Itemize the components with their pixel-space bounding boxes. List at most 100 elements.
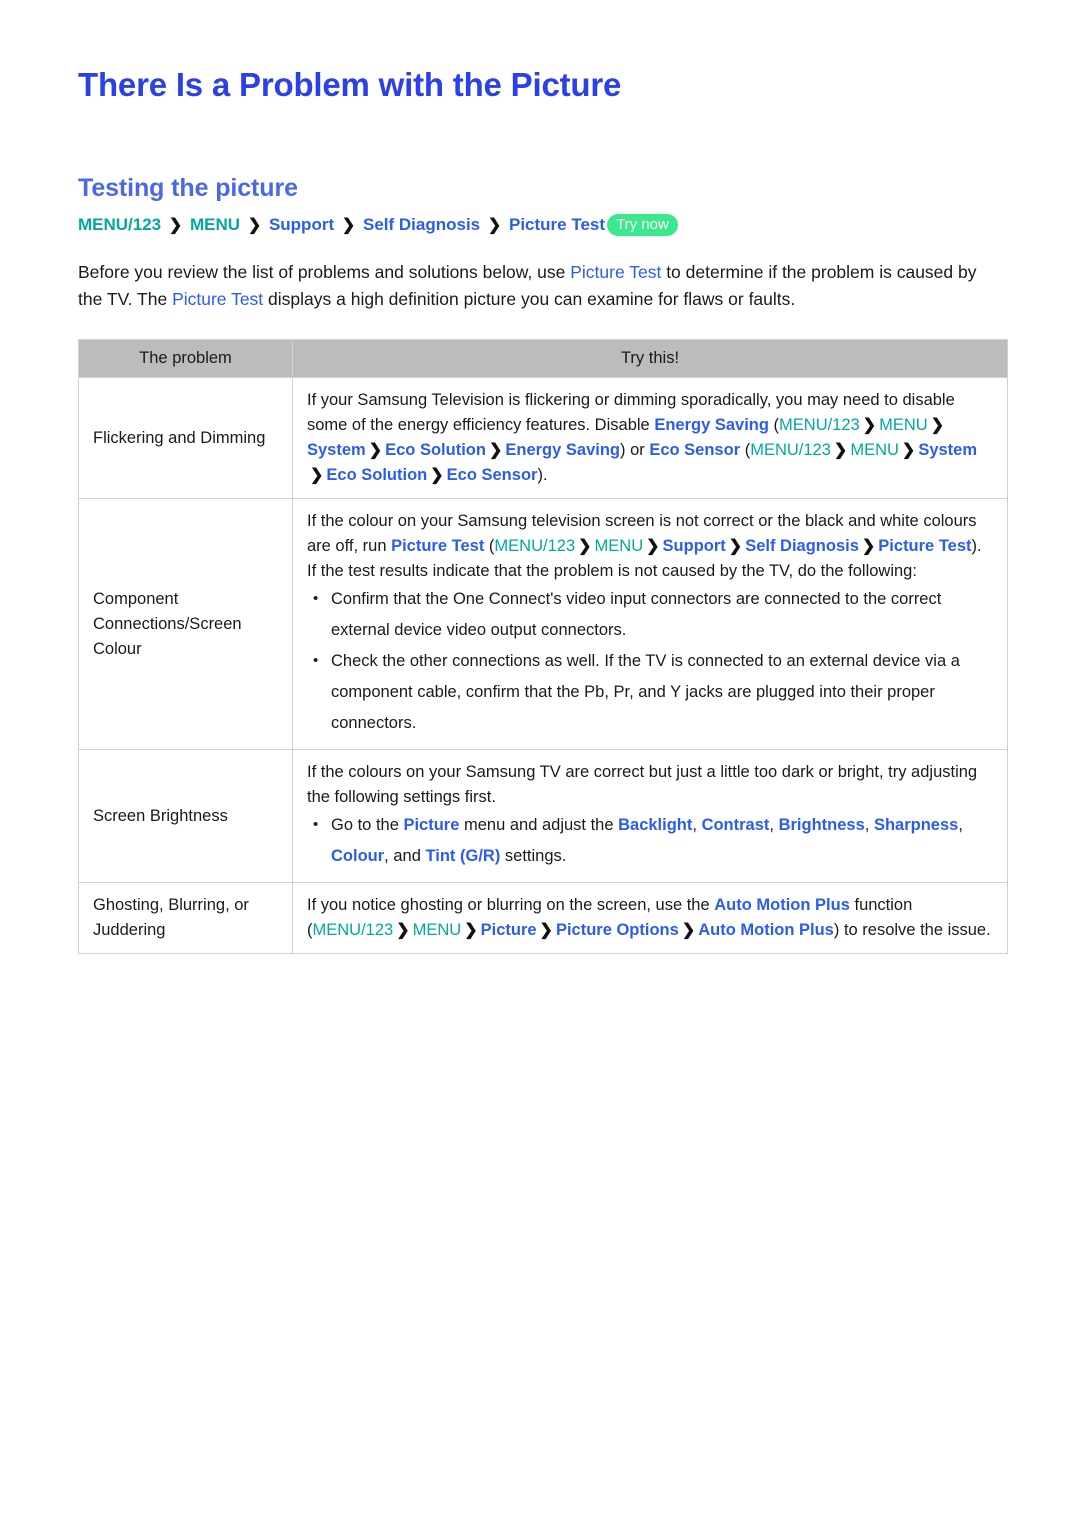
column-header-problem: The problem	[78, 339, 293, 378]
chevron-right-icon: ❯	[464, 922, 478, 939]
link-auto-motion-plus[interactable]: Auto Motion Plus	[714, 896, 850, 914]
chevron-right-icon: ❯	[168, 217, 183, 234]
path-item-system[interactable]: System	[307, 441, 366, 459]
path-item-picture[interactable]: Picture	[481, 921, 537, 939]
table-row: Ghosting, Blurring, or Juddering If you …	[78, 882, 1008, 954]
path-item-auto-motion-plus[interactable]: Auto Motion Plus	[698, 921, 834, 939]
path-item-energy-saving[interactable]: Energy Saving	[505, 441, 620, 459]
path-item-menu123[interactable]: MENU/123	[494, 537, 575, 555]
solution-paragraph: If your Samsung Television is flickering…	[307, 388, 993, 488]
path-item-eco-solution[interactable]: Eco Solution	[385, 441, 486, 459]
path-item-eco-solution[interactable]: Eco Solution	[326, 466, 427, 484]
chevron-right-icon: ❯	[341, 217, 356, 234]
path-item-picture-test[interactable]: Picture Test	[878, 537, 971, 555]
chevron-right-icon: ❯	[833, 442, 848, 459]
text: (	[740, 441, 751, 459]
page-title: There Is a Problem with the Picture	[78, 66, 622, 103]
solution-screen-brightness: If the colours on your Samsung TV are co…	[292, 749, 1008, 883]
setting-brightness[interactable]: Brightness	[779, 816, 865, 834]
text: (	[768, 416, 780, 434]
table-row: Component Connections/Screen Colour If t…	[78, 498, 1008, 750]
list-item: Confirm that the One Connect's video inp…	[307, 583, 993, 646]
solution-ghosting: If you notice ghosting or blurring on th…	[292, 882, 1008, 954]
setting-colour[interactable]: Colour	[331, 847, 384, 865]
path-item-self-diagnosis[interactable]: Self Diagnosis	[745, 537, 859, 555]
chevron-right-icon: ❯	[396, 922, 410, 939]
breadcrumb-item-picture-test[interactable]: Picture Test	[509, 215, 605, 234]
table-row: Screen Brightness If the colours on your…	[78, 749, 1008, 883]
intro-link-picture-test-2[interactable]: Picture Test	[172, 289, 263, 309]
table-row: Flickering and Dimming If your Samsung T…	[78, 377, 1008, 499]
text: , and	[384, 847, 426, 865]
solution-bullet-list: Confirm that the One Connect's video inp…	[307, 583, 993, 739]
solution-paragraph: If you notice ghosting or blurring on th…	[307, 893, 993, 943]
path-item-system[interactable]: System	[918, 441, 977, 459]
path-item-menu[interactable]: MENU	[879, 416, 928, 434]
intro-link-picture-test-1[interactable]: Picture Test	[570, 262, 661, 282]
setting-tint[interactable]: Tint (G/R)	[425, 847, 500, 865]
try-now-badge[interactable]: Try now	[607, 214, 678, 236]
breadcrumb-item-menu[interactable]: MENU	[190, 215, 240, 234]
text: ,	[769, 816, 779, 834]
problem-label-ghosting: Ghosting, Blurring, or Juddering	[78, 882, 293, 954]
text: ,	[692, 816, 702, 834]
text: ,	[958, 816, 963, 834]
chevron-right-icon: ❯	[368, 442, 383, 459]
problem-label-component: Component Connections/Screen Colour	[78, 498, 293, 750]
path-item-eco-sensor[interactable]: Eco Sensor	[447, 466, 538, 484]
text: (	[484, 537, 495, 555]
chevron-right-icon: ❯	[862, 417, 877, 434]
link-picture[interactable]: Picture	[403, 816, 459, 834]
breadcrumb: MENU/123 ❯ MENU ❯ Support ❯ Self Diagnos…	[78, 214, 1008, 237]
breadcrumb-item-support[interactable]: Support	[269, 215, 334, 234]
intro-text-3: displays a high definition picture you c…	[263, 289, 796, 309]
solution-component: If the colour on your Samsung television…	[292, 498, 1008, 750]
breadcrumb-item-self-diagnosis[interactable]: Self Diagnosis	[363, 215, 480, 234]
intro-paragraph: Before you review the list of problems a…	[78, 259, 998, 313]
text: ,	[864, 816, 874, 834]
text: menu and adjust the	[459, 816, 619, 834]
problems-table: The problem Try this! Flickering and Dim…	[78, 339, 1008, 954]
path-item-menu123[interactable]: MENU/123	[313, 921, 394, 939]
path-item-menu[interactable]: MENU	[850, 441, 899, 459]
column-header-try-this: Try this!	[292, 339, 1008, 378]
chevron-right-icon: ❯	[487, 217, 502, 234]
path-item-menu123[interactable]: MENU/123	[779, 416, 860, 434]
path-item-menu123[interactable]: MENU/123	[750, 441, 831, 459]
setting-contrast[interactable]: Contrast	[702, 816, 770, 834]
chevron-right-icon: ❯	[901, 442, 916, 459]
section-title: Testing the picture	[78, 174, 298, 202]
text: ) to resolve the issue.	[833, 921, 991, 939]
chevron-right-icon: ❯	[430, 467, 444, 484]
setting-backlight[interactable]: Backlight	[618, 816, 692, 834]
chevron-right-icon: ❯	[578, 538, 592, 555]
text: settings.	[500, 847, 567, 865]
text: ).	[537, 466, 548, 484]
breadcrumb-item-menu123[interactable]: MENU/123	[78, 215, 161, 234]
link-energy-saving[interactable]: Energy Saving	[654, 416, 769, 434]
text: ) or	[619, 441, 650, 459]
setting-sharpness[interactable]: Sharpness	[874, 816, 958, 834]
path-item-menu[interactable]: MENU	[595, 537, 644, 555]
solution-paragraph: If the colour on your Samsung television…	[307, 509, 993, 559]
path-item-support[interactable]: Support	[663, 537, 726, 555]
chevron-right-icon: ❯	[861, 538, 876, 555]
text: Go to the	[331, 816, 404, 834]
path-item-menu[interactable]: MENU	[413, 921, 462, 939]
solution-bullet-list: Go to the Picture menu and adjust the Ba…	[307, 809, 993, 872]
chevron-right-icon: ❯	[681, 922, 696, 939]
link-eco-sensor[interactable]: Eco Sensor	[649, 441, 740, 459]
chevron-right-icon: ❯	[728, 538, 743, 555]
chevron-right-icon: ❯	[930, 417, 945, 434]
solution-paragraph-2: If the test results indicate that the pr…	[307, 562, 917, 580]
solution-flickering: If your Samsung Television is flickering…	[292, 377, 1008, 499]
list-item: Check the other connections as well. If …	[307, 645, 993, 739]
chevron-right-icon: ❯	[539, 922, 553, 939]
list-item: Go to the Picture menu and adjust the Ba…	[307, 809, 993, 872]
table-header-row: The problem Try this!	[78, 339, 1008, 378]
intro-text-1: Before you review the list of problems a…	[78, 262, 571, 282]
solution-paragraph: If the colours on your Samsung TV are co…	[307, 763, 978, 806]
link-picture-test[interactable]: Picture Test	[391, 537, 484, 555]
document-page: There Is a Problem with the Picture Test…	[0, 0, 1080, 1527]
path-item-picture-options[interactable]: Picture Options	[556, 921, 679, 939]
